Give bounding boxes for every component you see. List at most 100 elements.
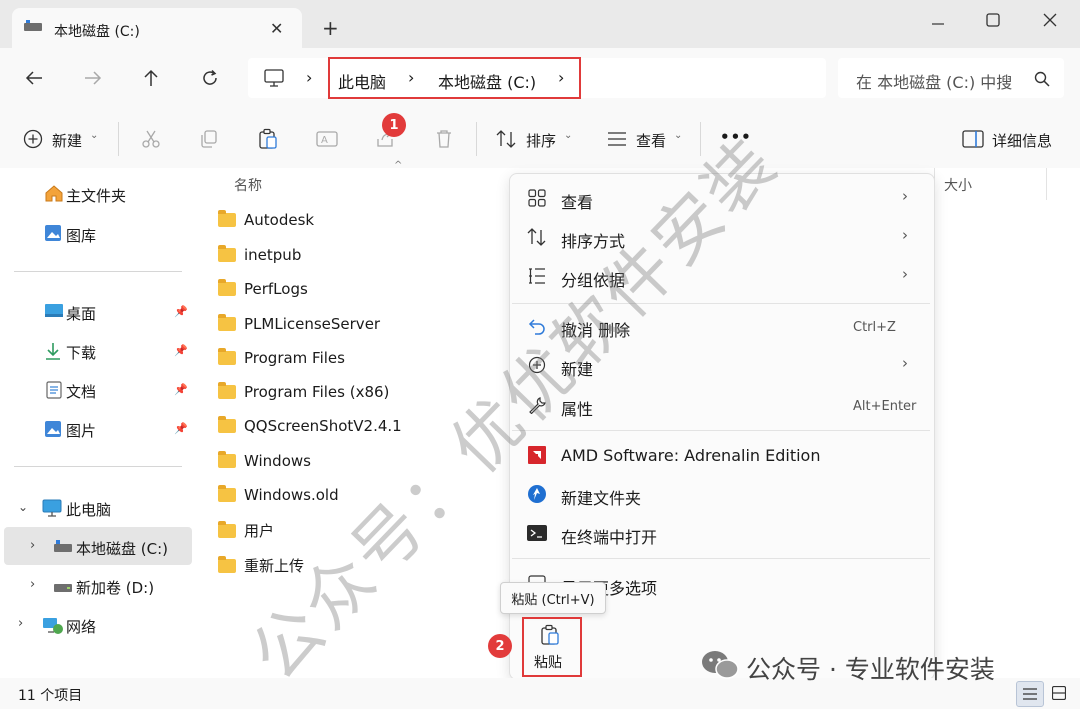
view-button-label[interactable]: 查看 — [636, 130, 666, 151]
network-icon — [42, 617, 64, 639]
list-item[interactable]: Windows — [218, 451, 311, 470]
list-item[interactable]: 重新上传 — [218, 555, 304, 576]
menu-item-new-folder[interactable]: 新建文件夹 — [561, 485, 641, 509]
delete-icon[interactable] — [433, 128, 455, 150]
list-view-icon — [1023, 688, 1037, 700]
menu-item-view[interactable]: 查看 — [561, 189, 593, 213]
step-badge-1: 1 — [382, 113, 406, 137]
breadcrumb-this-pc[interactable]: 此电脑 — [338, 69, 386, 93]
new-tab-button[interactable]: + — [322, 18, 339, 38]
folder-icon — [218, 382, 236, 399]
menu-item-group-by[interactable]: 分组依据 — [561, 267, 625, 291]
up-button[interactable] — [139, 66, 163, 90]
menu-item-new[interactable]: 新建 — [561, 356, 593, 380]
sort-button-label[interactable]: 排序 — [526, 130, 556, 151]
cut-icon[interactable] — [140, 128, 162, 150]
menu-item-amd-software[interactable]: AMD Software: Adrenalin Edition — [561, 446, 820, 465]
new-icon — [527, 355, 547, 375]
wechat-watermark-text: 公众号 · 专业软件安装 — [746, 655, 995, 684]
gallery-icon — [44, 224, 62, 246]
folder-icon — [218, 210, 236, 227]
breadcrumb-separator[interactable]: › — [306, 68, 312, 87]
folder-icon — [218, 348, 236, 365]
column-header-name[interactable]: 名称 — [234, 175, 262, 195]
sidebar-item-new-volume-d[interactable]: 新加卷 (D:) — [76, 577, 154, 598]
tab-title: 本地磁盘 (C:) — [54, 24, 140, 40]
new-folder-icon — [527, 484, 547, 504]
chevron-right-icon: › — [902, 354, 908, 372]
menu-item-sort-by[interactable]: 排序方式 — [561, 228, 625, 252]
list-item[interactable]: 用户 — [218, 520, 274, 541]
undo-icon — [527, 316, 547, 336]
list-item[interactable]: inetpub — [218, 245, 301, 264]
list-item[interactable]: PerfLogs — [218, 279, 308, 298]
sidebar-item-this-pc[interactable]: 此电脑 — [66, 499, 111, 520]
list-item[interactable]: Autodesk — [218, 210, 314, 229]
chevron-right-icon: › — [902, 226, 908, 244]
chevron-down-icon[interactable]: ⌄ — [18, 500, 28, 514]
paste-icon[interactable] — [257, 128, 279, 150]
list-item[interactable]: QQScreenShotV2.4.1 — [218, 416, 402, 435]
sidebar-item-downloads[interactable]: 下载 — [66, 342, 96, 363]
sidebar-item-local-disk-c[interactable]: 本地磁盘 (C:) — [76, 538, 168, 559]
sidebar-item-gallery[interactable]: 图库 — [66, 225, 96, 246]
folder-icon — [218, 451, 236, 468]
list-item[interactable]: Windows.old — [218, 485, 339, 504]
sidebar-item-pictures[interactable]: 图片 — [66, 420, 96, 441]
breadcrumb-local-disk[interactable]: 本地磁盘 (C:) — [438, 69, 536, 93]
step-badge-2: 2 — [488, 634, 512, 658]
sort-icon[interactable] — [496, 128, 518, 150]
wrench-icon — [527, 395, 547, 415]
breadcrumb-separator[interactable]: › — [558, 68, 564, 87]
toolbar-divider — [118, 122, 119, 156]
forward-button[interactable] — [81, 66, 105, 90]
menu-item-properties[interactable]: 属性 — [561, 396, 593, 420]
breadcrumb-separator[interactable]: › — [408, 68, 414, 87]
pin-icon[interactable]: 📌 — [174, 422, 188, 435]
grid-icon — [527, 188, 547, 208]
minimize-button[interactable] — [920, 8, 956, 32]
more-options-button[interactable]: ••• — [720, 128, 752, 146]
download-icon — [44, 342, 62, 364]
drive-icon — [54, 540, 72, 558]
tab-close-button[interactable]: ✕ — [270, 19, 283, 38]
details-button-label[interactable]: 详细信息 — [992, 130, 1052, 151]
view-icon[interactable] — [606, 128, 628, 150]
new-icon[interactable] — [22, 128, 44, 150]
pin-icon[interactable]: 📌 — [174, 305, 188, 318]
chevron-right-icon[interactable]: › — [18, 616, 23, 631]
shortcut-properties: Alt+Enter — [853, 399, 917, 414]
drive-icon — [54, 580, 72, 598]
chevron-right-icon[interactable]: › — [30, 577, 35, 592]
list-item[interactable]: Program Files — [218, 348, 345, 367]
menu-item-open-in-terminal[interactable]: 在终端中打开 — [561, 524, 657, 548]
maximize-button[interactable] — [975, 8, 1011, 32]
sidebar-item-network[interactable]: 网络 — [66, 616, 96, 637]
search-icon[interactable] — [1034, 71, 1050, 91]
copy-icon[interactable] — [198, 128, 220, 150]
chevron-down-icon[interactable]: ⌄ — [674, 130, 682, 141]
list-item[interactable]: Program Files (x86) — [218, 382, 389, 401]
tiles-view-button[interactable] — [1048, 683, 1070, 703]
menu-divider — [512, 303, 930, 304]
list-item[interactable]: PLMLicenseServer — [218, 314, 380, 333]
new-button-label[interactable]: 新建 — [52, 130, 82, 151]
sidebar-item-documents[interactable]: 文档 — [66, 381, 96, 402]
column-header-size[interactable]: 大小 — [944, 175, 972, 195]
back-button[interactable] — [22, 66, 46, 90]
search-input[interactable]: 在 本地磁盘 (C:) 中搜 — [856, 69, 1012, 93]
sidebar-item-desktop[interactable]: 桌面 — [66, 303, 96, 324]
chevron-right-icon[interactable]: › — [30, 538, 35, 553]
chevron-down-icon[interactable]: ⌄ — [90, 130, 98, 141]
pin-icon[interactable]: 📌 — [174, 344, 188, 357]
close-button[interactable] — [1032, 8, 1068, 32]
refresh-button[interactable] — [198, 66, 222, 90]
sidebar-item-home[interactable]: 主文件夹 — [66, 185, 126, 206]
chevron-down-icon[interactable]: ⌄ — [564, 130, 572, 141]
details-pane-icon[interactable] — [962, 128, 984, 150]
pin-icon[interactable]: 📌 — [174, 383, 188, 396]
rename-icon[interactable]: A — [316, 128, 338, 150]
menu-item-undo-delete[interactable]: 撤消 删除 — [561, 317, 630, 341]
details-view-button[interactable] — [1016, 681, 1044, 707]
sidebar-divider — [14, 466, 182, 467]
